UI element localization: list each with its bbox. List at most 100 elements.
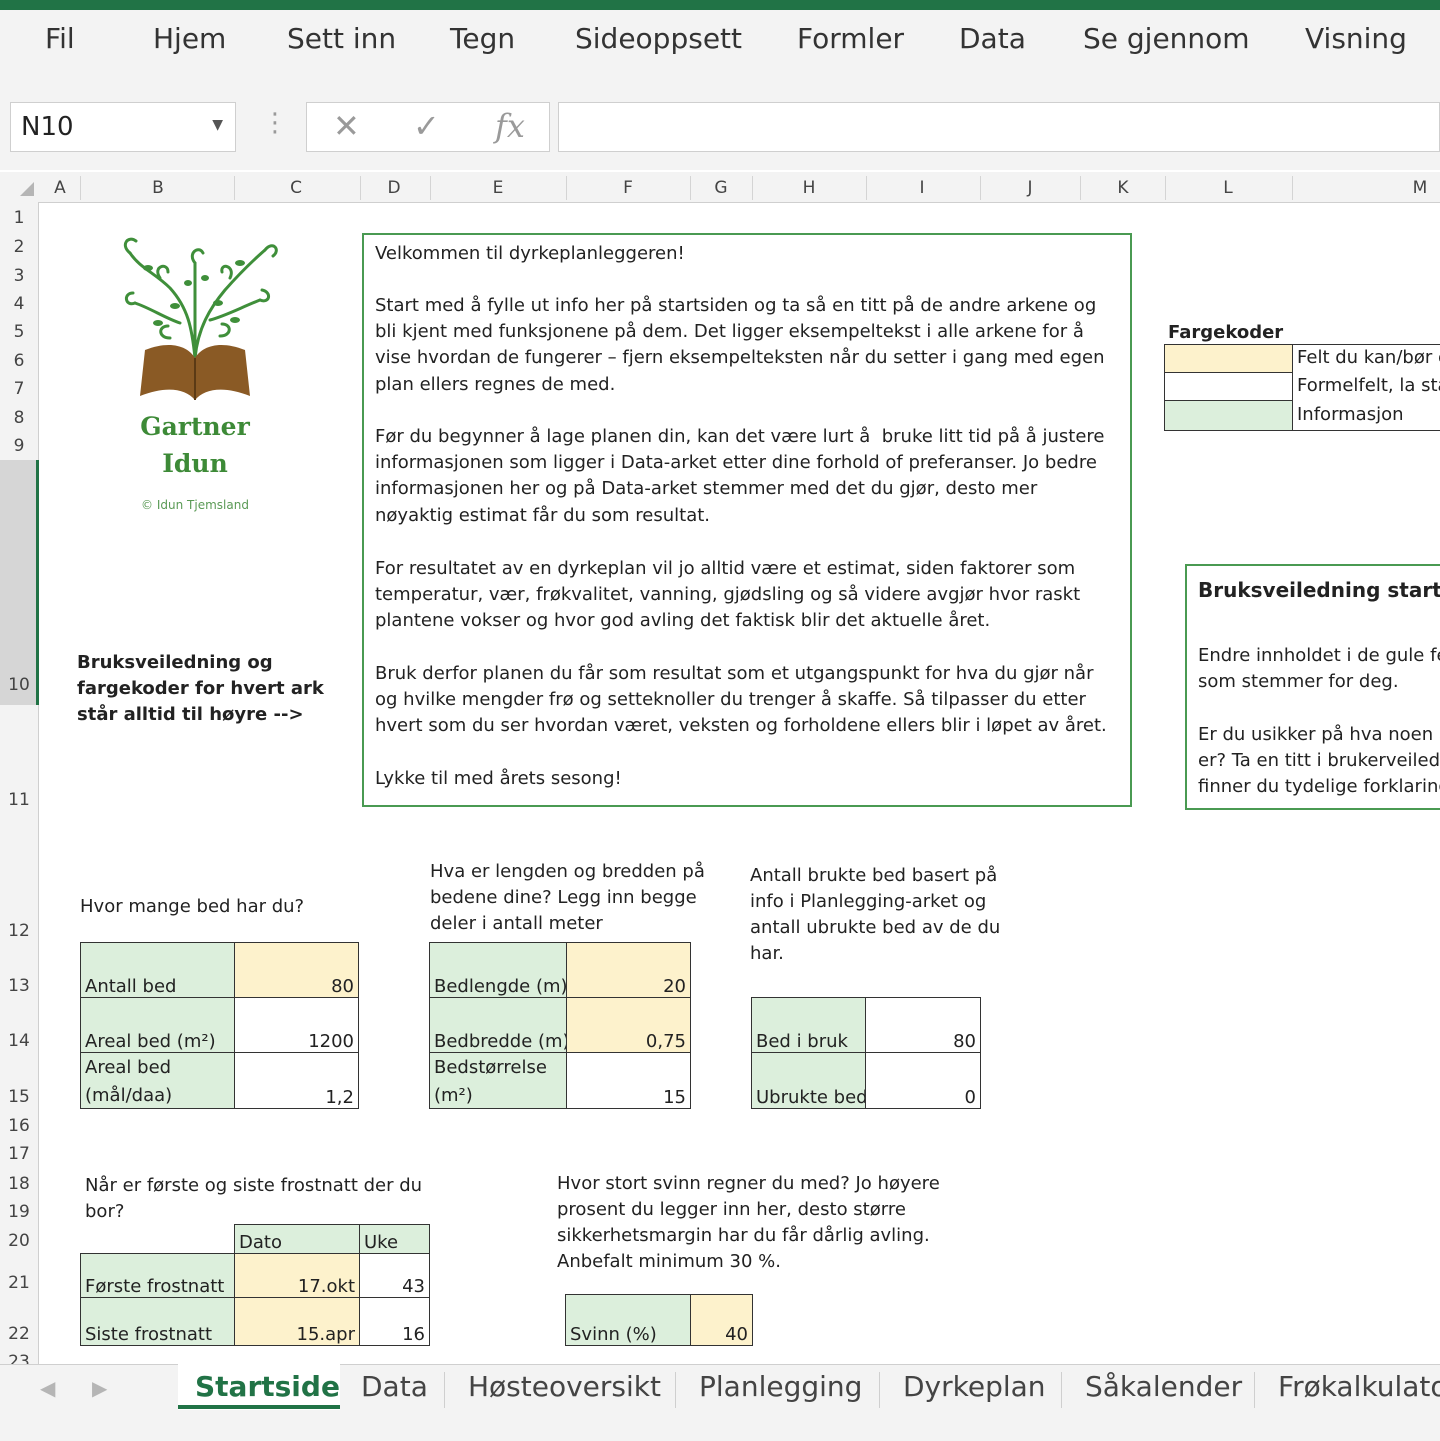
col-divider[interactable] xyxy=(566,176,567,200)
row-header-8[interactable]: 8 xyxy=(0,408,38,428)
row-header-4[interactable]: 4 xyxy=(0,294,38,314)
row-header-1[interactable]: 1 xyxy=(0,208,38,228)
col-header-i[interactable]: I xyxy=(919,178,924,198)
row-header-11[interactable]: 11 xyxy=(0,790,38,810)
row-header-12[interactable]: 12 xyxy=(0,921,38,941)
siste-frost-date-input[interactable]: 15.apr xyxy=(235,1298,360,1345)
col-header-k[interactable]: K xyxy=(1117,178,1128,198)
name-box[interactable]: N10 ▼ xyxy=(10,102,236,152)
areal-bed-m2-cell[interactable]: 1200 xyxy=(235,998,358,1053)
row-header-9[interactable]: 9 xyxy=(0,436,38,456)
row-header-17[interactable]: 17 xyxy=(0,1144,38,1164)
siste-frost-week-cell[interactable]: 16 xyxy=(360,1298,429,1345)
row-header-19[interactable]: 19 xyxy=(0,1202,38,1222)
svinn-input[interactable]: 40 xyxy=(691,1295,752,1345)
tab-scroll-right-icon[interactable]: ▶ xyxy=(92,1376,107,1400)
col-divider[interactable] xyxy=(866,176,867,200)
bed-i-bruk-cell[interactable]: 80 xyxy=(866,998,980,1053)
col-header-b[interactable]: B xyxy=(152,178,164,198)
tab-scroll-left-icon[interactable]: ◀ xyxy=(40,1376,55,1400)
col-divider[interactable] xyxy=(360,176,361,200)
bedlengde-input[interactable]: 20 xyxy=(567,943,690,998)
row-header-21[interactable]: 21 xyxy=(0,1273,38,1293)
enter-check-icon[interactable]: ✓ xyxy=(413,107,440,145)
col-header-j[interactable]: J xyxy=(1027,178,1032,198)
color-label-green[interactable]: Informasjon xyxy=(1293,404,1440,430)
col-header-m[interactable]: M xyxy=(1413,178,1428,198)
row-header-14[interactable]: 14 xyxy=(0,1031,38,1051)
bedstorrelse-cell[interactable]: 15 xyxy=(567,1053,690,1108)
col-header-l[interactable]: L xyxy=(1223,178,1232,198)
color-swatch-yellow[interactable] xyxy=(1165,345,1293,373)
tab-data[interactable]: Data xyxy=(361,1370,428,1403)
color-label-white[interactable]: Formelfelt, la stå xyxy=(1293,375,1440,401)
chevron-down-icon[interactable]: ▼ xyxy=(212,117,223,133)
col-header-h[interactable]: H xyxy=(803,178,816,198)
menu-draw[interactable]: Tegn xyxy=(450,22,515,55)
ubrukte-bed-cell[interactable]: 0 xyxy=(866,1053,980,1108)
tab-dyrkeplan[interactable]: Dyrkeplan xyxy=(903,1370,1046,1403)
bedbredde-label-cell: Bedbredde (m) xyxy=(430,998,567,1053)
col-divider[interactable] xyxy=(430,176,431,200)
col-header-a[interactable]: A xyxy=(54,178,66,198)
tree-book-logo-icon xyxy=(123,237,278,400)
col-header-e[interactable]: E xyxy=(493,178,504,198)
select-all-icon[interactable] xyxy=(20,182,34,196)
col-divider[interactable] xyxy=(752,176,753,200)
row-header-22[interactable]: 22 xyxy=(0,1324,38,1344)
row-header-16[interactable]: 16 xyxy=(0,1116,38,1136)
forste-frost-week-cell[interactable]: 43 xyxy=(360,1254,429,1298)
antall-bed-value: 80 xyxy=(331,976,354,997)
drag-handle-icon[interactable]: ⋮ xyxy=(262,108,288,138)
row-header-2[interactable]: 2 xyxy=(0,237,38,257)
col-divider[interactable] xyxy=(234,176,235,200)
menu-home[interactable]: Hjem xyxy=(153,22,226,55)
formula-input[interactable] xyxy=(558,102,1440,152)
bedbredde-input[interactable]: 0,75 xyxy=(567,998,690,1053)
tab-hosteoversikt[interactable]: Høsteoversikt xyxy=(468,1370,661,1403)
col-header-c[interactable]: C xyxy=(290,178,302,198)
menu-review[interactable]: Se gjennom xyxy=(1083,22,1250,55)
color-label-yellow[interactable]: Felt du kan/bør e xyxy=(1293,347,1440,373)
areal-bed-daa-cell[interactable]: 1,2 xyxy=(235,1053,358,1108)
menu-file[interactable]: Fil xyxy=(45,22,75,55)
row-header-18[interactable]: 18 xyxy=(0,1174,38,1194)
tab-planlegging[interactable]: Planlegging xyxy=(699,1370,862,1403)
row-header-13[interactable]: 13 xyxy=(0,976,38,996)
menu-page-layout[interactable]: Sideoppsett xyxy=(575,22,742,55)
cancel-icon[interactable]: ✕ xyxy=(333,107,360,145)
row-header-6[interactable]: 6 xyxy=(0,351,38,371)
col-divider[interactable] xyxy=(980,176,981,200)
col-header-g[interactable]: G xyxy=(714,178,727,198)
antall-bed-input[interactable]: 80 xyxy=(235,943,358,998)
row-header-3[interactable]: 3 xyxy=(0,266,38,286)
row-header-23[interactable]: 23 xyxy=(0,1352,38,1364)
welcome-textbox[interactable]: Velkommen til dyrkeplanleggeren! Start m… xyxy=(362,233,1132,807)
row-header-20[interactable]: 20 xyxy=(0,1231,38,1251)
guide-textbox[interactable]: Bruksveiledning startsid Endre innholdet… xyxy=(1185,564,1440,810)
color-swatch-white[interactable] xyxy=(1165,373,1293,401)
menu-view[interactable]: Visning xyxy=(1305,22,1407,55)
bedbredde-label: Bedbredde (m) xyxy=(434,1031,567,1052)
menu-insert[interactable]: Sett inn xyxy=(287,22,396,55)
tab-sakalender[interactable]: Såkalender xyxy=(1085,1370,1242,1403)
col-header-f[interactable]: F xyxy=(623,178,633,198)
col-header-d[interactable]: D xyxy=(387,178,400,198)
tab-frokalkulator[interactable]: Frøkalkulato xyxy=(1278,1370,1440,1403)
menu-data[interactable]: Data xyxy=(959,22,1026,55)
row-header-5[interactable]: 5 xyxy=(0,322,38,342)
color-codes-title: Fargekoder xyxy=(1168,322,1284,343)
color-swatch-green[interactable] xyxy=(1165,401,1293,430)
row-header-10[interactable]: 10 xyxy=(0,675,38,695)
col-divider[interactable] xyxy=(80,176,81,200)
tab-startside[interactable]: Startside xyxy=(195,1370,340,1403)
col-divider[interactable] xyxy=(690,176,691,200)
menu-formulas[interactable]: Formler xyxy=(797,22,904,55)
col-divider[interactable] xyxy=(1165,176,1166,200)
forste-frost-date-input[interactable]: 17.okt xyxy=(235,1254,360,1298)
row-header-7[interactable]: 7 xyxy=(0,379,38,399)
row-header-15[interactable]: 15 xyxy=(0,1087,38,1107)
insert-function-icon[interactable]: fx xyxy=(495,107,525,145)
col-divider[interactable] xyxy=(1080,176,1081,200)
col-divider[interactable] xyxy=(1292,176,1293,200)
